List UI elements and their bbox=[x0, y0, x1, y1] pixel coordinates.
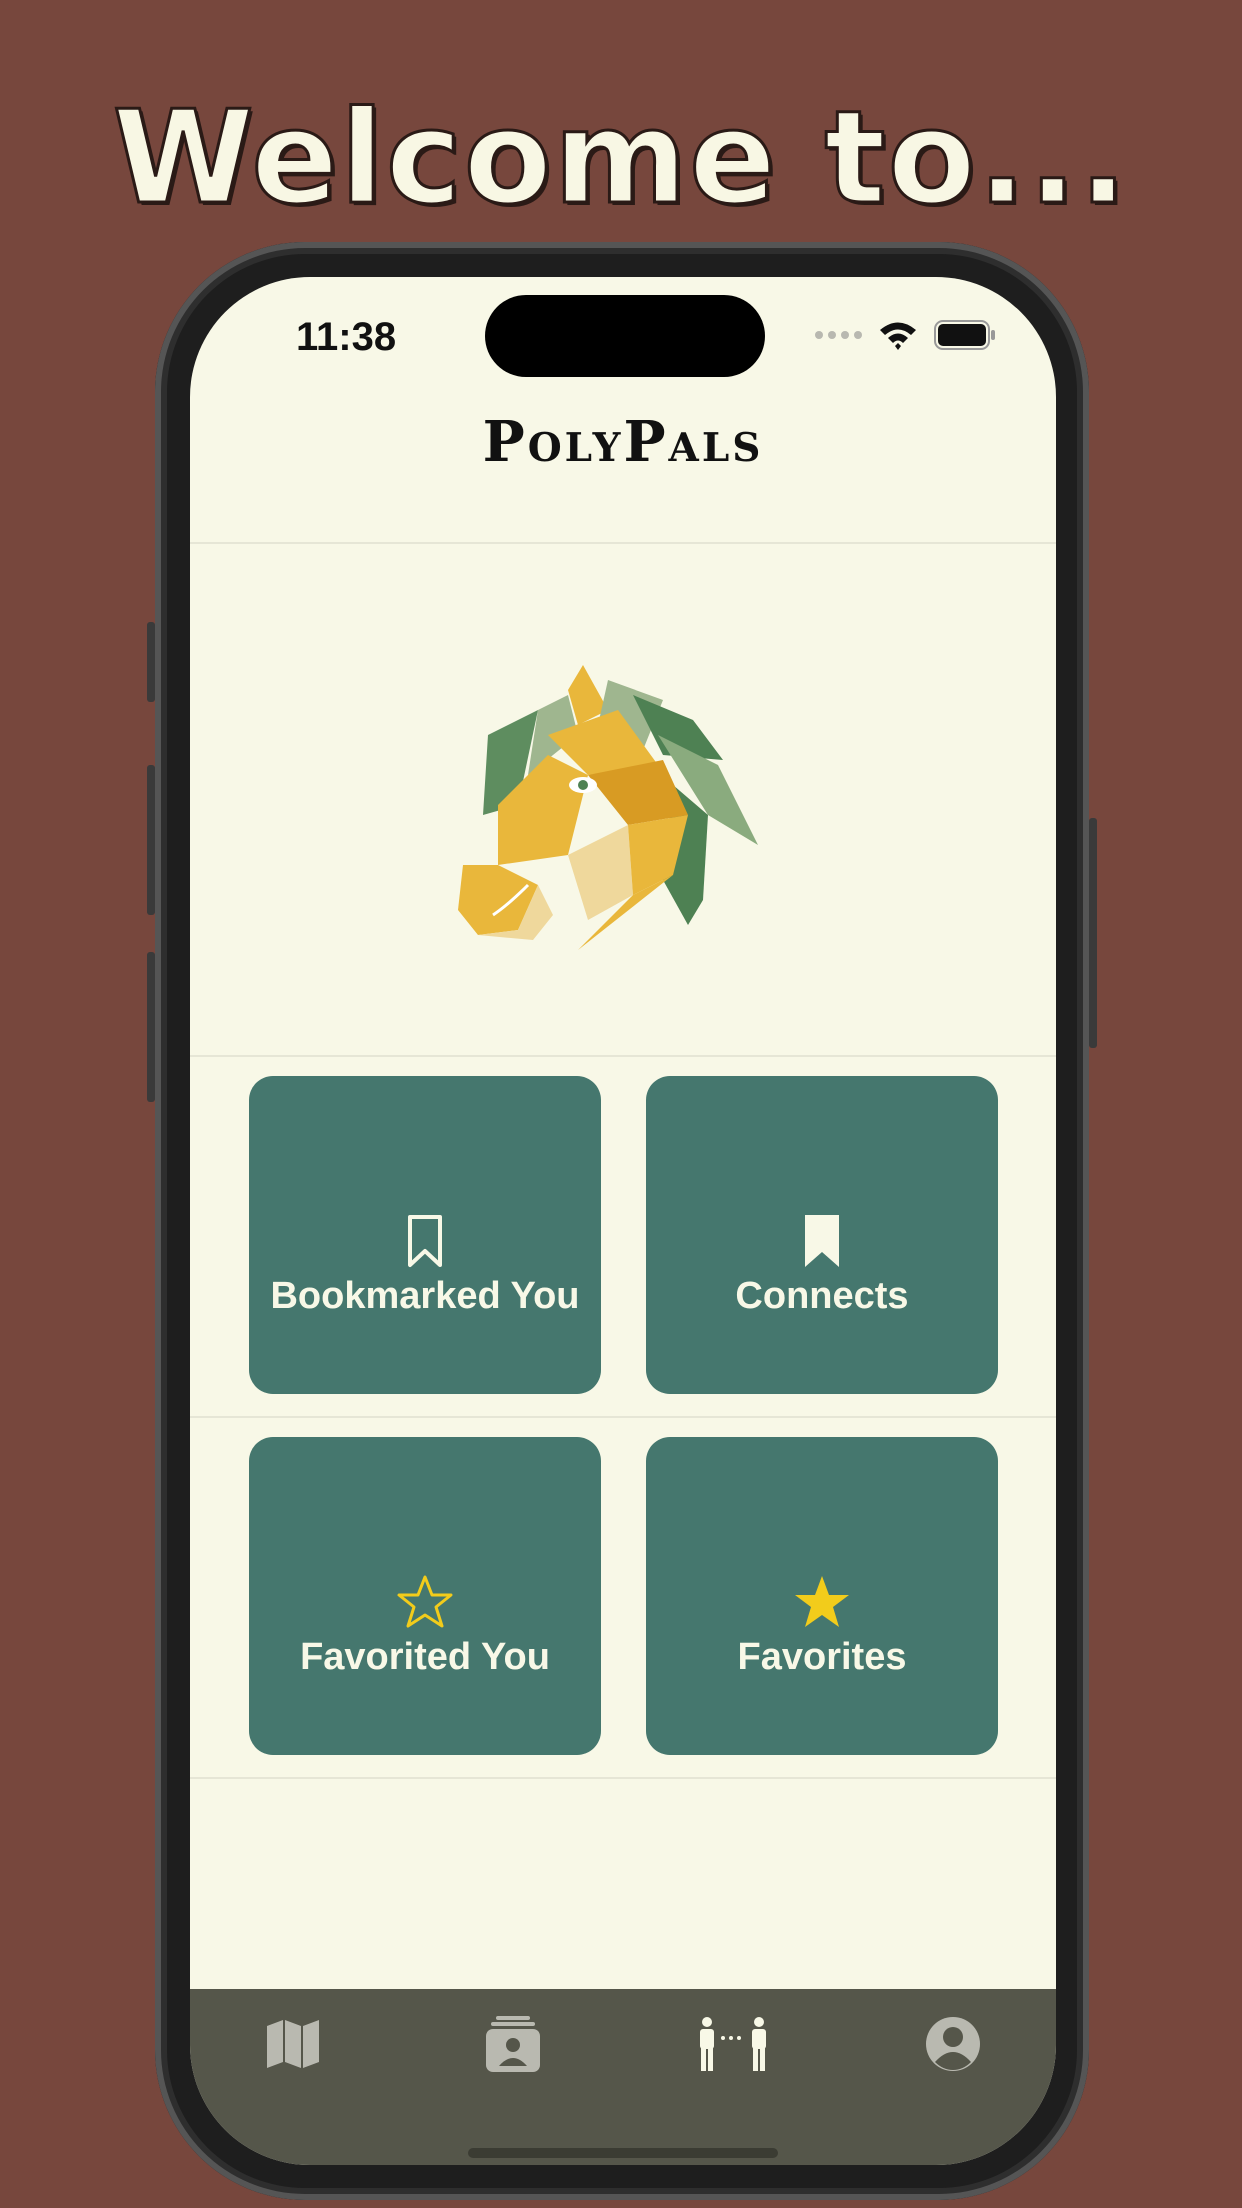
logo-divider bbox=[190, 1055, 1056, 1057]
bookmark-filled-icon bbox=[804, 1213, 840, 1269]
profile-cards-icon bbox=[486, 2016, 540, 2072]
favorites-tile[interactable]: Favorites bbox=[646, 1437, 998, 1755]
header-divider bbox=[190, 542, 1056, 544]
status-indicators bbox=[815, 319, 996, 351]
tab-account[interactable] bbox=[913, 2009, 993, 2079]
tile-label: Connects bbox=[735, 1274, 909, 1317]
star-outline-icon bbox=[396, 1574, 454, 1630]
tile-label: Favorites bbox=[737, 1635, 907, 1678]
account-icon bbox=[926, 2017, 980, 2071]
mustang-logo bbox=[458, 665, 758, 950]
phone-power-button bbox=[1089, 818, 1097, 1048]
bookmark-outline-icon bbox=[407, 1213, 443, 1269]
tab-map[interactable] bbox=[253, 2009, 333, 2079]
row-divider bbox=[190, 1416, 1056, 1418]
app-title: PolyPals bbox=[482, 409, 764, 475]
tile-label: Favorited You bbox=[300, 1635, 550, 1678]
people-connect-icon bbox=[700, 2017, 766, 2071]
phone-volume-up-button bbox=[147, 765, 155, 915]
home-indicator bbox=[468, 2148, 778, 2158]
tab-bar bbox=[190, 1989, 1056, 2165]
welcome-headline: Welcome to... bbox=[111, 84, 1130, 233]
star-filled-icon bbox=[793, 1574, 851, 1630]
battery-icon bbox=[934, 320, 995, 350]
tile-label: Bookmarked You bbox=[270, 1274, 580, 1317]
phone-action-button bbox=[147, 622, 155, 702]
tab-connections[interactable] bbox=[693, 2009, 773, 2079]
connects-tile[interactable]: Connects bbox=[646, 1076, 998, 1394]
phone-volume-down-button bbox=[147, 952, 155, 1102]
status-time: 11:38 bbox=[296, 315, 397, 359]
map-icon bbox=[267, 2020, 319, 2068]
phone-screen: 11:38 PolyPals Bookmarked You Connects F… bbox=[190, 277, 1056, 2165]
dynamic-island bbox=[485, 295, 765, 377]
cellular-signal-icon bbox=[815, 331, 862, 339]
wifi-icon bbox=[880, 322, 916, 350]
grid-bottom-divider bbox=[190, 1777, 1056, 1779]
bookmarked-you-tile[interactable]: Bookmarked You bbox=[249, 1076, 601, 1394]
favorited-you-tile[interactable]: Favorited You bbox=[249, 1437, 601, 1755]
tab-profiles[interactable] bbox=[473, 2009, 553, 2079]
